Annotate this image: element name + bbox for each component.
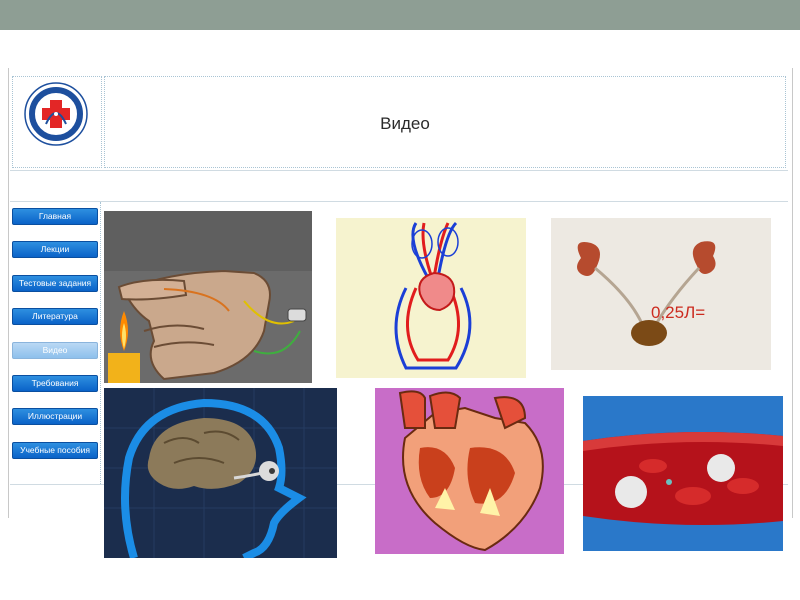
university-logo[interactable] — [24, 82, 88, 146]
nav-button-literature[interactable]: Литература — [12, 308, 98, 326]
video-thumbnail-hand-reflex[interactable] — [104, 211, 312, 383]
video-thumbnail-circulation[interactable] — [336, 218, 526, 378]
sidebar-nav: Главная Лекции Тестовые задания Литерату… — [12, 208, 98, 475]
brain-eye-icon — [104, 388, 337, 558]
nav-button-requirements[interactable]: Требования — [12, 374, 98, 392]
header-spacer-row — [10, 170, 788, 202]
video-thumbnail-heart[interactable] — [375, 388, 564, 554]
nav-button-video[interactable]: Видео — [12, 341, 98, 359]
nav-button-illustrations[interactable]: Иллюстрации — [12, 408, 98, 426]
page-border-right — [792, 68, 793, 518]
nav-button-textbooks[interactable]: Учебные пособия — [12, 441, 98, 459]
heart-cross-section-icon — [375, 388, 564, 554]
nav-button-tests[interactable]: Тестовые задания — [12, 274, 98, 292]
red-cross-emblem-icon — [24, 82, 88, 146]
page-border-left — [8, 68, 9, 518]
video-thumbnail-blood-vessel[interactable] — [583, 396, 783, 551]
video-thumbnail-brain[interactable] — [104, 388, 337, 558]
nav-button-lectures[interactable]: Лекции — [12, 241, 98, 259]
kidneys-bladder-icon: 0,25Л= — [551, 218, 771, 370]
circulation-diagram-icon — [336, 218, 526, 378]
hand-reflex-candle-icon — [104, 211, 312, 383]
video-thumbnail-kidneys[interactable]: 0,25Л= — [551, 218, 771, 370]
nav-button-home[interactable]: Главная — [12, 208, 98, 225]
page-title: Видео — [380, 114, 430, 133]
slide-top-bar — [0, 0, 800, 30]
volume-overlay-text: 0,25Л= — [651, 303, 705, 322]
blood-vessel-cells-icon — [583, 396, 783, 551]
